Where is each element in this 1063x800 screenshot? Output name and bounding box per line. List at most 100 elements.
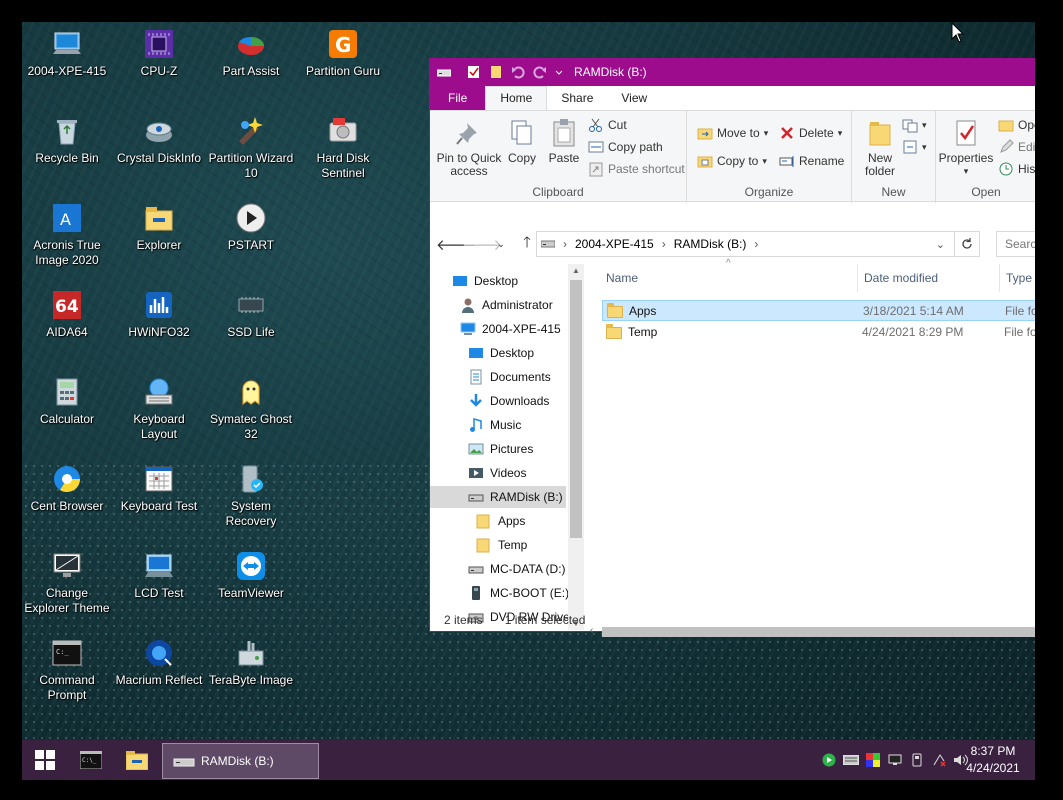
color-calibration-icon[interactable] [862, 740, 884, 780]
desktop-shortcut[interactable]: Symatec Ghost 32 [206, 376, 296, 442]
desktop-shortcut[interactable]: CPU-Z [114, 28, 204, 79]
media-play-icon[interactable] [818, 740, 840, 780]
refresh-button[interactable] [954, 231, 980, 257]
file-row[interactable]: Apps 3/18/2021 5:14 AM File fo [602, 300, 1035, 321]
desktop-shortcut[interactable]: System Recovery [206, 463, 296, 529]
pin-to-quick-access-button[interactable]: Pin to Quick access [434, 117, 504, 178]
svg-text:64: 64 [55, 297, 79, 317]
desktop-shortcut[interactable]: C:_ Command Prompt [22, 637, 112, 703]
nav-item[interactable]: Administrator [460, 294, 566, 316]
tab-file[interactable]: File [430, 86, 486, 110]
desktop-shortcut[interactable]: Part Assist [206, 28, 296, 79]
column-header-type[interactable]: Type [1000, 264, 1035, 292]
search-input[interactable]: Search [996, 231, 1035, 257]
column-header-name[interactable]: Name [600, 264, 858, 292]
open-button[interactable]: Ope [998, 117, 1035, 133]
desktop-shortcut[interactable]: 2004-XPE-415 [22, 28, 112, 79]
desktop-shortcut[interactable]: TeamViewer [206, 550, 296, 601]
nav-item[interactable]: Temp [476, 534, 566, 556]
edit-button[interactable]: Edit [998, 139, 1035, 155]
desktop-shortcut[interactable]: Keyboard Test [114, 463, 204, 514]
back-button[interactable]: 🡐 [436, 235, 476, 254]
rename-button[interactable]: Rename [779, 153, 844, 169]
new-item-button[interactable]: ▾ [902, 117, 927, 133]
desktop-shortcut[interactable]: Recycle Bin [22, 115, 112, 166]
quick-access-dropdown-icon[interactable] [554, 64, 564, 80]
desktop-shortcut[interactable]: PSTART [206, 202, 296, 253]
title-bar[interactable]: RAMDisk (B:) [430, 58, 1035, 86]
new-folder-quick-icon[interactable] [488, 64, 504, 80]
desktop-shortcut-label: Keyboard Test [120, 499, 198, 513]
tab-view[interactable]: View [607, 87, 661, 110]
easy-access-button[interactable]: ▾ [902, 139, 927, 155]
copy-button[interactable]: Copy [504, 117, 540, 165]
taskbar-window-ramdisk[interactable]: RAMDisk (B:) [162, 743, 319, 779]
desktop-shortcut[interactable]: Change Explorer Theme [22, 550, 112, 616]
file-list[interactable]: ^ Name Date modified Type Apps 3/18/2021 … [586, 258, 1035, 637]
cut-button[interactable]: Cut [588, 117, 627, 133]
nav-item[interactable]: Videos [468, 462, 566, 484]
desktop-shortcut[interactable]: Keyboard Layout [114, 376, 204, 442]
desktop-shortcut[interactable]: Hard Disk Sentinel [298, 115, 388, 181]
scroll-up-icon[interactable]: ▲ [572, 266, 580, 275]
desktop-shortcut[interactable]: Partition Wizard 10 [206, 115, 296, 181]
desktop-shortcut[interactable]: Macrium Reflect [114, 637, 204, 688]
address-dropdown-icon[interactable]: ⌄ [936, 238, 945, 251]
nav-item[interactable]: Pictures [468, 438, 566, 460]
usb-eject-icon[interactable] [906, 740, 928, 780]
copy-to-button[interactable]: Copy to ▾ [697, 153, 767, 169]
desktop-shortcut[interactable]: Explorer [114, 202, 204, 253]
desktop-shortcut[interactable]: Cent Browser [22, 463, 112, 514]
new-folder-button[interactable]: New folder [860, 117, 900, 178]
redo-icon[interactable] [532, 64, 548, 80]
move-to-button[interactable]: Move to ▾ [697, 125, 768, 141]
column-header-date[interactable]: Date modified [858, 264, 1000, 292]
taskbar-command-prompt[interactable]: C:\_ [68, 740, 114, 780]
nav-item[interactable]: RAMDisk (B:) [430, 486, 566, 508]
nav-item[interactable]: Music [468, 414, 566, 436]
nav-item[interactable]: MC-DATA (D:) [468, 558, 566, 580]
copy-path-button[interactable]: Copy path [588, 139, 663, 155]
nav-item[interactable]: Apps [476, 510, 566, 532]
desktop-shortcut[interactable]: TeraByte Image [206, 637, 296, 688]
recent-locations-button[interactable]: ⌄ [488, 239, 514, 250]
desktop-shortcut[interactable]: HWiNFO32 [114, 289, 204, 340]
tab-share[interactable]: Share [547, 87, 607, 110]
address-bar[interactable]: › 2004-XPE-415 › RAMDisk (B:) › ⌄ [536, 231, 980, 257]
tab-home[interactable]: Home [485, 86, 548, 110]
nav-item[interactable]: MC-BOOT (E:) [468, 582, 569, 604]
explorer-window[interactable]: RAMDisk (B:) File Home Share View Pin to… [429, 58, 1035, 637]
desktop-shortcut[interactable]: A Acronis True Image 2020 [22, 202, 112, 268]
desktop-shortcut[interactable]: 64 AIDA64 [22, 289, 112, 340]
forward-button[interactable]: 🡒 [462, 235, 502, 254]
paste-button[interactable]: Paste [544, 117, 584, 165]
desktop-shortcut[interactable]: SSD Life [206, 289, 296, 340]
file-row[interactable]: Temp 4/24/2021 8:29 PM File fo [602, 321, 1035, 342]
paste-shortcut-button[interactable]: Paste shortcut [588, 161, 685, 177]
clock[interactable]: 8:37 PM 4/24/2021 [948, 743, 1035, 777]
start-button[interactable] [22, 740, 68, 780]
history-button[interactable]: Hist [998, 161, 1035, 177]
delete-button[interactable]: Delete ▾ [779, 125, 842, 141]
keyboard-icon[interactable] [840, 740, 862, 780]
breadcrumb-ramdisk[interactable]: RAMDisk (B:) [674, 237, 747, 251]
network-icon[interactable] [928, 740, 950, 780]
desktop-shortcut[interactable]: Calculator [22, 376, 112, 427]
desktop-shortcut[interactable]: Crystal DiskInfo [114, 115, 204, 166]
nav-item[interactable]: Downloads [468, 390, 566, 412]
nav-item[interactable]: Desktop [468, 342, 566, 364]
nav-scrollbar[interactable]: ▲ ▼ [568, 264, 584, 630]
nav-scroll-thumb[interactable] [570, 280, 582, 538]
nav-item[interactable]: Desktop [452, 270, 566, 292]
display-icon[interactable] [884, 740, 906, 780]
breadcrumb-computer[interactable]: 2004-XPE-415 [575, 237, 654, 251]
nav-item[interactable]: Documents [468, 366, 566, 388]
properties-quick-icon[interactable] [466, 64, 482, 80]
taskbar-file-explorer[interactable] [114, 740, 160, 780]
desktop-shortcut[interactable]: LCD Test [114, 550, 204, 601]
navigation-pane[interactable]: Desktop Administrator 2004-XPE-415 Desktop D… [430, 264, 584, 632]
nav-item[interactable]: 2004-XPE-415 [460, 318, 566, 340]
properties-button[interactable]: Properties ▾ [936, 117, 996, 178]
desktop-shortcut[interactable]: G Partition Guru [298, 28, 388, 79]
undo-icon[interactable] [510, 64, 526, 80]
